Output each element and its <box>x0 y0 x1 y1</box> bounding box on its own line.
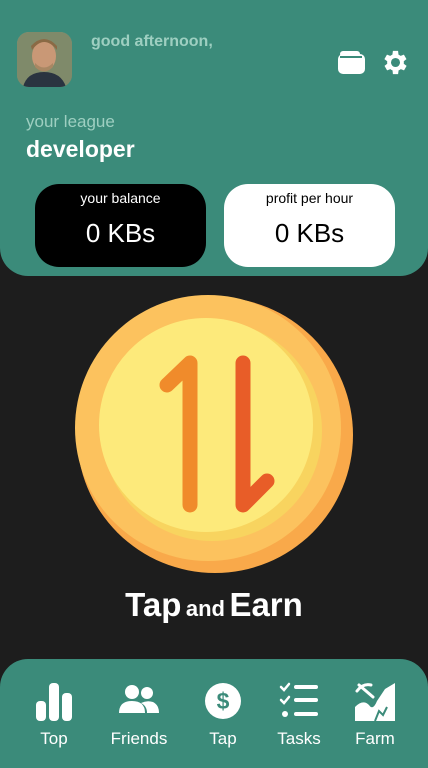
nav-label-tap: Tap <box>209 729 237 748</box>
nav-item-top[interactable]: Top <box>14 681 94 749</box>
profit-card: profit per hour 0 KBs <box>224 184 395 267</box>
wallet-icon[interactable] <box>337 50 367 76</box>
user-avatar[interactable] <box>17 32 72 87</box>
nav-label-farm: Farm <box>355 729 395 748</box>
bottom-nav: Top Friends $ Tap Tasks Farm <box>0 659 428 768</box>
bar-chart-icon <box>36 683 72 721</box>
nav-label-friends: Friends <box>110 729 168 748</box>
balance-card: your balance 0 KBs <box>35 184 206 267</box>
league-label: your league <box>26 112 115 131</box>
nav-label-tasks: Tasks <box>277 729 321 748</box>
tap-and-earn-title: Tap and Earn <box>0 586 428 624</box>
profit-label: profit per hour <box>265 190 354 206</box>
header-panel: good afternoon, your league developer yo… <box>0 0 428 276</box>
greeting-text: good afternoon, <box>91 33 213 50</box>
nav-item-friends[interactable]: Friends <box>99 681 179 749</box>
users-icon <box>119 685 159 713</box>
avatar-image <box>17 32 72 87</box>
nav-label-top: Top <box>40 729 68 748</box>
balance-value: 0 KBs <box>85 218 156 248</box>
tap-title-part2: and <box>185 596 225 621</box>
nav-item-tasks[interactable]: Tasks <box>259 681 339 749</box>
league-value: developer <box>26 136 135 162</box>
tap-title-part1: Tap <box>125 586 182 623</box>
nav-item-farm[interactable]: Farm <box>335 681 415 749</box>
tap-coin-button[interactable] <box>75 295 355 575</box>
checklist-icon <box>279 682 318 717</box>
profit-value: 0 KBs <box>274 218 345 248</box>
gear-icon[interactable] <box>380 47 411 78</box>
farm-icon <box>355 683 395 721</box>
svg-text:$: $ <box>217 688 230 714</box>
nav-item-tap[interactable]: $ Tap <box>183 681 263 749</box>
dollar-coin-icon: $ <box>205 683 241 719</box>
balance-label: your balance <box>80 190 161 206</box>
coin-inner <box>99 318 313 532</box>
tap-title-part3: Earn <box>229 586 303 623</box>
